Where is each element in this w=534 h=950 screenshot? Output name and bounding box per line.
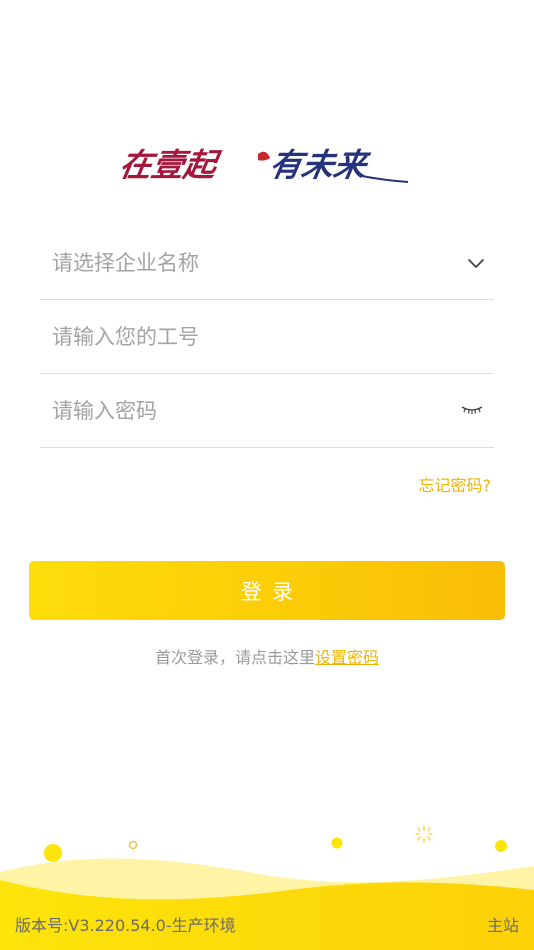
logo-swash (361, 175, 409, 183)
login-button[interactable]: 登录 (29, 561, 505, 620)
employee-number-field[interactable] (40, 300, 494, 374)
company-select-input[interactable] (52, 226, 432, 299)
set-password-link[interactable]: 设置密码 (315, 648, 379, 667)
decor-dot (331, 837, 343, 849)
company-select-field[interactable] (40, 226, 494, 300)
brand-logo: 在壹起 有未来 (122, 146, 409, 184)
spinner-icon (415, 825, 433, 843)
eye-closed-icon[interactable] (460, 402, 484, 418)
chevron-down-icon[interactable] (466, 253, 486, 273)
forgot-password-link[interactable]: 忘记密码? (419, 472, 492, 496)
logo-flourish (258, 151, 270, 161)
password-input[interactable] (52, 374, 432, 447)
first-login-hint: 首次登录，请点击这里设置密码 (0, 644, 534, 668)
logo-slogan-part2: 有未来 (267, 146, 373, 184)
decor-dot (495, 840, 507, 852)
first-login-hint-text: 首次登录，请点击这里 (154, 648, 315, 667)
password-field[interactable] (40, 374, 494, 448)
version-label: 版本号:V3.220.54.0-生产环境 (15, 916, 236, 935)
decor-ring (128, 840, 138, 850)
main-site-link[interactable]: 主站 (487, 912, 519, 936)
employee-number-input[interactable] (52, 300, 432, 373)
logo-slogan-part1: 在壹起 (122, 146, 224, 184)
decor-dot (44, 844, 62, 862)
